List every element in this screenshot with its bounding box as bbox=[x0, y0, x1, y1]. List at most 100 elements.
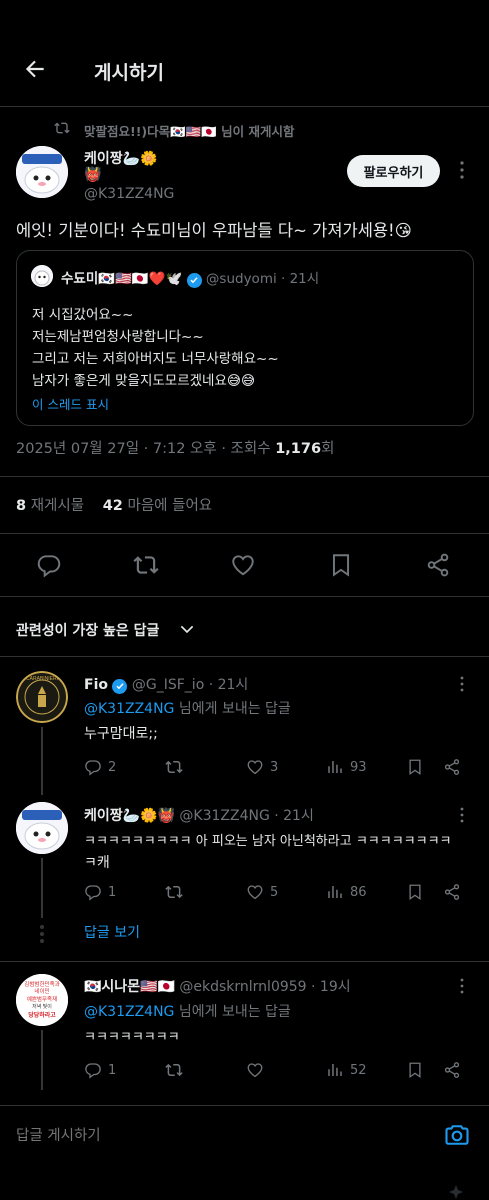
timestamp-divider bbox=[0, 476, 489, 477]
reply-author-name[interactable]: 케이짱🦢🌼👹 bbox=[84, 808, 175, 824]
reply-comment-action[interactable]: 2 bbox=[84, 758, 116, 776]
back-arrow-icon[interactable] bbox=[22, 56, 48, 82]
verified-badge-icon bbox=[112, 678, 128, 694]
reply-author-handle[interactable]: @K31ZZ4NG · 21시 bbox=[179, 808, 313, 824]
share-icon[interactable] bbox=[443, 758, 461, 776]
reply-views-action[interactable]: 86 bbox=[326, 883, 367, 901]
reply-repost-action[interactable] bbox=[165, 883, 189, 901]
reply-repost-action[interactable] bbox=[165, 758, 189, 776]
view-count: 1,176 bbox=[275, 441, 322, 457]
avatar-text: 예쁜범무족재 bbox=[27, 995, 57, 1003]
post-timestamp: 2025년 07월 27일 · 7:12 오후 · 조회수 1,176회 bbox=[16, 437, 334, 458]
repost-icon bbox=[165, 883, 183, 901]
repost-banner-text[interactable]: 맞팔점요!!)다목🇰🇷🇺🇸🇯🇵 님이 재게시함 bbox=[84, 121, 295, 140]
more-options-icon[interactable] bbox=[453, 160, 471, 180]
repost-action-icon[interactable] bbox=[133, 552, 159, 578]
sparkle-icon bbox=[446, 1184, 466, 1200]
views-count: 52 bbox=[350, 1062, 367, 1078]
views-chart-icon bbox=[326, 1061, 344, 1079]
verified-badge-icon bbox=[186, 272, 202, 288]
counts-divider bbox=[0, 533, 489, 534]
reply-divider bbox=[0, 961, 489, 962]
like-heart-icon bbox=[246, 1061, 264, 1079]
repost-count: 8 bbox=[16, 498, 27, 514]
like-heart-icon bbox=[246, 883, 264, 901]
reply-avatar[interactable]: CARABINIERI bbox=[16, 671, 68, 723]
reply-author-handle[interactable]: @G_ISF_io · 21시 bbox=[132, 677, 248, 693]
bookmark-icon[interactable] bbox=[328, 552, 354, 578]
reply-like-action[interactable]: 3 bbox=[246, 758, 278, 776]
reply-to-handle[interactable]: @K31ZZ4NG bbox=[84, 1004, 174, 1020]
actions-divider bbox=[0, 596, 489, 597]
thread-dots bbox=[40, 925, 44, 943]
like-heart-icon[interactable] bbox=[230, 552, 256, 578]
reply-compose-input[interactable] bbox=[16, 1122, 416, 1150]
avatar-text: 당당하라고 bbox=[28, 1011, 56, 1019]
comment-count: 1 bbox=[108, 884, 117, 900]
reply-author-name[interactable]: 🇰🇷시나몬🇺🇸🇯🇵 bbox=[84, 979, 175, 995]
camera-icon[interactable] bbox=[443, 1121, 471, 1149]
author-avatar[interactable] bbox=[16, 146, 68, 198]
avatar-text: 저녁 빛이 bbox=[32, 1003, 52, 1010]
reply-views-action[interactable]: 52 bbox=[326, 1061, 367, 1079]
reply-text-line: ㅋㅋㅋㅋㅋㅋㅋㅋㅋ 아 피오는 남자 아닌척하라고 ㅋㅋㅋㅋㅋㅋㅋㅋ bbox=[84, 834, 452, 849]
quote-author-handle: @sudyomi bbox=[205, 271, 277, 287]
reply-text: 누구맘대로;; bbox=[84, 726, 158, 742]
views-chart-icon bbox=[326, 758, 344, 776]
like-count: 3 bbox=[270, 759, 279, 775]
header-divider bbox=[0, 106, 489, 107]
reply-author-name[interactable]: Fio bbox=[84, 677, 108, 693]
views-chart-icon bbox=[326, 883, 344, 901]
post-text: 에잇! 기분이다! 수됴미님이 우파남들 다~ 가져가세용!😘 bbox=[16, 221, 412, 240]
reply-like-action[interactable]: 5 bbox=[246, 883, 278, 901]
reply-more-icon[interactable] bbox=[455, 977, 469, 995]
like-count-link[interactable]: 42 마음에 들어요 bbox=[103, 498, 212, 514]
reply-avatar[interactable]: 김범범한민족과 네이민 예쁜범무족재 저녁 빛이 당당하라고 bbox=[16, 974, 68, 1026]
reply-avatar[interactable] bbox=[16, 802, 68, 854]
repost-label: 재게시물 bbox=[30, 498, 85, 514]
like-label: 마음에 들어요 bbox=[127, 498, 213, 514]
quote-line: 저 시집갔어요~~ bbox=[32, 307, 134, 323]
like-count: 42 bbox=[102, 498, 123, 514]
reply-text: ㅋㅋㅋㅋㅋㅋㅋㅋ bbox=[84, 1030, 180, 1045]
reply-repost-action[interactable] bbox=[165, 1061, 189, 1079]
author-display-name[interactable]: 케이짱🦢🌼 bbox=[84, 148, 158, 168]
reply-icon bbox=[84, 883, 102, 901]
reply-icon[interactable] bbox=[36, 552, 62, 578]
reply-views-action[interactable]: 93 bbox=[326, 758, 367, 776]
show-thread-link[interactable]: 이 스레드 표시 bbox=[32, 394, 109, 413]
share-icon[interactable] bbox=[443, 883, 461, 901]
reply-like-action[interactable] bbox=[246, 1061, 270, 1079]
chevron-down-icon[interactable] bbox=[178, 620, 196, 638]
engagement-counts: 8 재게시물 42 마음에 들어요 bbox=[16, 494, 212, 515]
reply-icon bbox=[84, 1061, 102, 1079]
share-icon[interactable] bbox=[425, 552, 451, 578]
reply-comment-action[interactable]: 1 bbox=[84, 1061, 116, 1079]
avatar-text: 김범범한민족과 bbox=[24, 980, 59, 988]
show-replies-link[interactable]: 답글 보기 bbox=[84, 922, 140, 942]
sort-divider bbox=[0, 656, 489, 657]
quote-line: 저는제남편엄청사랑합니다~~ bbox=[32, 329, 204, 345]
reply-to-handle[interactable]: @K31ZZ4NG bbox=[84, 701, 174, 717]
author-handle[interactable]: @K31ZZ4NG bbox=[84, 186, 174, 202]
reply-to-label: 님에게 보내는 답글 bbox=[174, 701, 291, 717]
reply-more-icon[interactable] bbox=[455, 675, 469, 693]
repost-icon bbox=[54, 120, 70, 136]
bookmark-icon[interactable] bbox=[406, 883, 424, 901]
avatar-text: 네이민 bbox=[34, 987, 49, 995]
comment-count: 1 bbox=[108, 1062, 117, 1078]
repost-icon bbox=[165, 758, 183, 776]
reply-author-handle[interactable]: @ekdskrnlrnl0959 · 19시 bbox=[179, 979, 350, 995]
follow-button[interactable]: 팔로우하기 bbox=[347, 155, 440, 187]
reply-more-icon[interactable] bbox=[455, 806, 469, 824]
share-icon[interactable] bbox=[443, 1061, 461, 1079]
repost-count-link[interactable]: 8 재게시물 bbox=[16, 498, 84, 514]
quoted-post-card[interactable]: 수됴미🇰🇷🇺🇸🇯🇵❤️🕊️ @sudyomi · 21시 저 시집갔어요~~ 저… bbox=[16, 250, 474, 426]
bookmark-icon[interactable] bbox=[406, 758, 424, 776]
bookmark-icon[interactable] bbox=[406, 1061, 424, 1079]
reply-to-label: 님에게 보내는 답글 bbox=[174, 1004, 291, 1020]
reply-comment-action[interactable]: 1 bbox=[84, 883, 116, 901]
reply-sort-selector[interactable]: 관련성이 가장 높은 답글 bbox=[16, 620, 159, 640]
author-name-emoji: 👹 bbox=[84, 167, 102, 183]
timestamp-text: 2025년 07월 27일 · 7:12 오후 · 조회수 bbox=[16, 441, 276, 457]
